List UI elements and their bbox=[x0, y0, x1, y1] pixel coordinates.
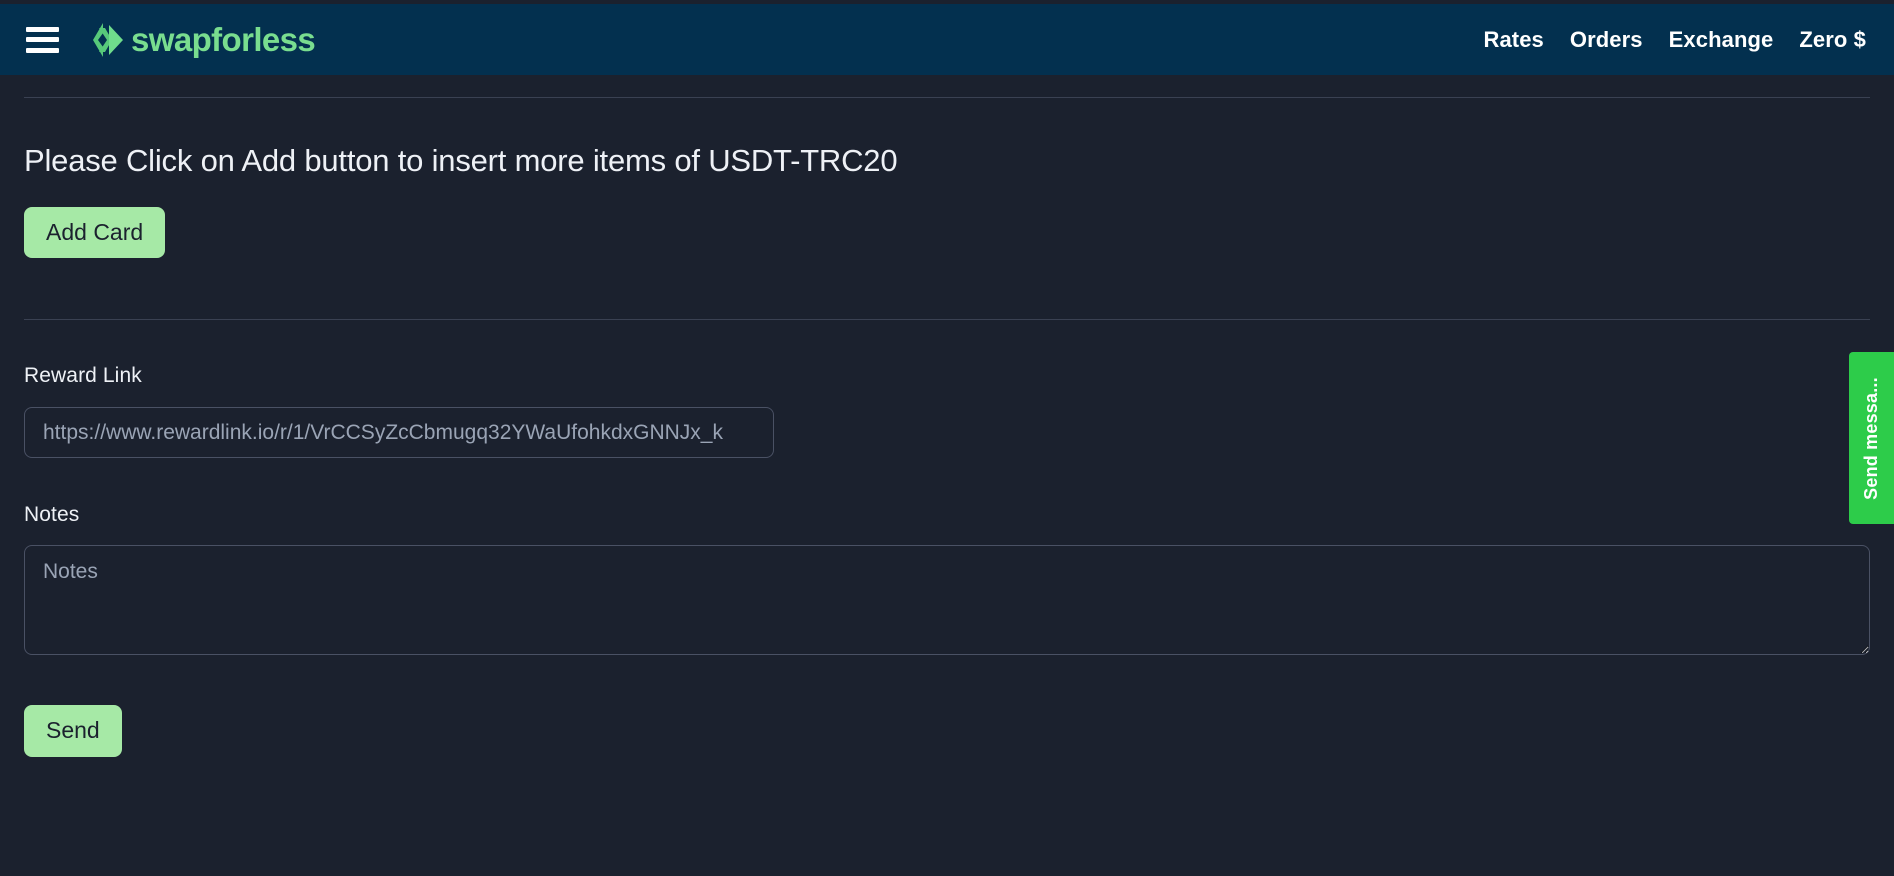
hamburger-menu-icon[interactable] bbox=[26, 26, 59, 53]
send-button-wrap: Send bbox=[24, 705, 1870, 757]
nav-link-zero-dollar[interactable]: Zero $ bbox=[1799, 27, 1866, 53]
section-divider-middle bbox=[24, 319, 1870, 321]
notes-textarea[interactable] bbox=[24, 545, 1870, 656]
notes-label: Notes bbox=[24, 503, 80, 527]
reward-link-label: Reward Link bbox=[24, 364, 142, 388]
notes-field-group: Notes bbox=[24, 503, 1870, 656]
hamburger-bar bbox=[26, 26, 59, 32]
hamburger-bar bbox=[26, 47, 59, 53]
section-divider-top bbox=[24, 97, 1870, 98]
page-root: swapforless Rates Orders Exchange Zero $… bbox=[0, 0, 1894, 876]
navbar-links: Rates Orders Exchange Zero $ bbox=[1483, 27, 1866, 53]
page-title: Please Click on Add button to insert mor… bbox=[24, 143, 898, 178]
add-card-button-wrap: Add Card bbox=[24, 207, 1870, 259]
send-message-chat-tab-label: Send messa... bbox=[1861, 376, 1882, 500]
add-card-button[interactable]: Add Card bbox=[24, 207, 166, 259]
reward-link-input[interactable] bbox=[24, 407, 774, 459]
send-message-chat-tab[interactable]: Send messa... bbox=[1849, 352, 1894, 524]
top-navbar: swapforless Rates Orders Exchange Zero $ bbox=[0, 4, 1894, 75]
reward-link-field-group: Reward Link bbox=[24, 364, 1870, 459]
brand-logo[interactable]: swapforless bbox=[87, 19, 316, 61]
main-content: Please Click on Add button to insert mor… bbox=[0, 75, 1894, 757]
navbar-left-group: swapforless bbox=[26, 19, 316, 61]
nav-link-exchange[interactable]: Exchange bbox=[1669, 27, 1774, 53]
send-button[interactable]: Send bbox=[24, 705, 122, 757]
nav-link-orders[interactable]: Orders bbox=[1570, 27, 1643, 53]
hamburger-bar bbox=[26, 37, 59, 42]
brand-name: swapforless bbox=[131, 21, 316, 58]
swapforless-chevron-logo-icon bbox=[93, 22, 123, 57]
nav-link-rates[interactable]: Rates bbox=[1483, 27, 1543, 53]
